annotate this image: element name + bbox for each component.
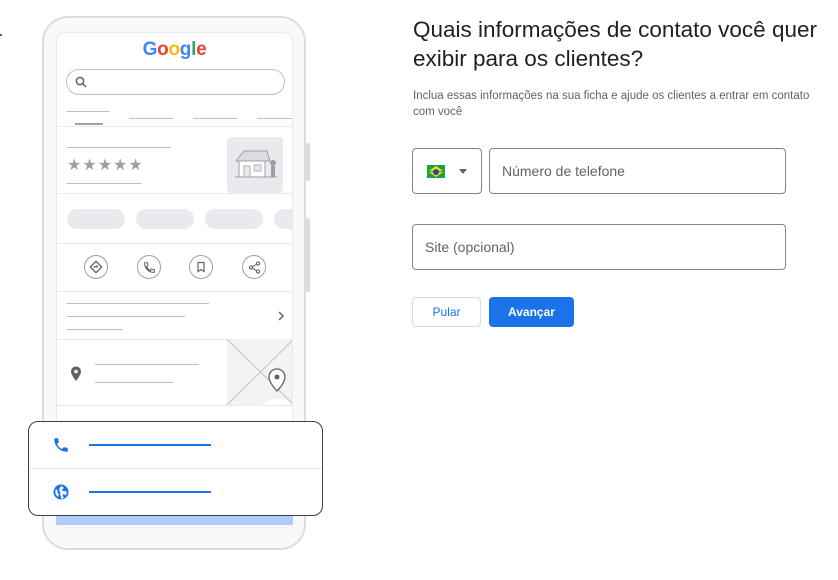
info-line <box>67 316 185 317</box>
logo-letter: e <box>196 39 207 60</box>
logo-letter: o <box>157 39 169 60</box>
chevron-right-icon <box>278 311 285 321</box>
logo-letter: g <box>179 39 192 60</box>
info-line <box>67 303 209 304</box>
logo-letter: o <box>168 39 180 60</box>
directions-icon <box>89 260 103 274</box>
phone-field[interactable] <box>489 148 786 194</box>
website-row <box>29 469 322 515</box>
rating-stars: ★★★★★ <box>67 157 144 174</box>
chip <box>274 209 292 229</box>
tab-line <box>67 111 109 112</box>
divider <box>57 291 292 292</box>
review-line <box>67 183 141 184</box>
address-line <box>95 382 173 383</box>
call-action <box>137 255 161 279</box>
map-thumbnail <box>226 338 292 411</box>
save-action <box>189 255 213 279</box>
phone-side-button <box>306 218 310 292</box>
phone-side-button <box>306 143 310 181</box>
search-icon <box>75 76 87 88</box>
address-line <box>95 364 199 365</box>
info-line <box>67 329 123 330</box>
tab-line <box>257 118 292 119</box>
divider <box>57 243 292 244</box>
chip <box>67 209 125 229</box>
skip-button[interactable]: Pular <box>412 297 481 327</box>
edge-marker <box>0 34 2 36</box>
chip <box>136 209 194 229</box>
bookmark-icon <box>197 261 205 273</box>
map-pin-icon <box>268 368 286 392</box>
chevron-down-icon <box>459 169 467 174</box>
phone-icon <box>51 435 71 455</box>
directions-action <box>84 255 108 279</box>
divider <box>57 126 292 127</box>
globe-icon <box>51 482 71 502</box>
divider <box>57 193 292 194</box>
contact-info-card <box>28 421 323 516</box>
store-icon <box>234 150 277 178</box>
phone-icon <box>143 261 155 273</box>
logo-letter: G <box>142 39 158 60</box>
chip <box>205 209 263 229</box>
business-name-line <box>67 147 171 148</box>
country-code-select[interactable] <box>412 148 482 194</box>
website-input[interactable] <box>413 225 785 269</box>
location-pin-icon <box>71 366 81 381</box>
phone-row <box>29 422 322 468</box>
tab-line <box>129 118 173 119</box>
share-icon <box>248 260 260 274</box>
google-logo: Google <box>57 39 292 61</box>
business-photo <box>227 137 283 193</box>
brazil-flag-icon <box>427 165 445 178</box>
divider <box>57 405 292 406</box>
search-bar-illustration <box>66 69 285 95</box>
website-line <box>89 491 211 493</box>
page-title: Quais informações de contato você quer e… <box>413 17 817 71</box>
share-action <box>242 255 266 279</box>
page-subtitle: Inclua essas informações na sua ficha e … <box>413 90 810 118</box>
next-button[interactable]: Avançar <box>489 297 574 327</box>
tab-line <box>193 118 237 119</box>
tab-indicator <box>75 123 103 125</box>
phone-line <box>89 444 211 446</box>
website-field[interactable] <box>412 224 786 270</box>
phone-input[interactable] <box>490 149 785 193</box>
